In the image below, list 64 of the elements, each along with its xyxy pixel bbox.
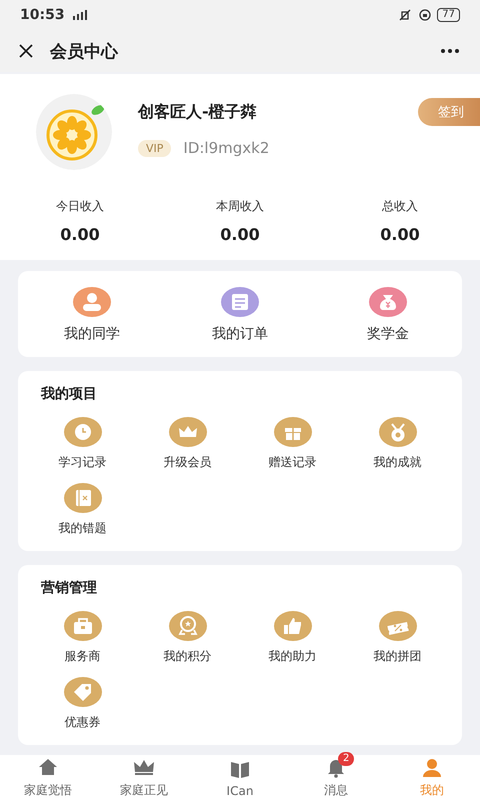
alarm-icon [419, 9, 432, 21]
item-label: 我的拼团 [374, 648, 422, 665]
battery-level: 77 [437, 8, 460, 22]
quick-link[interactable]: 我的订单 [166, 287, 314, 343]
item-label: 我的积分 [164, 648, 212, 665]
signal-icon [70, 10, 89, 20]
notebook-icon [64, 483, 102, 513]
link-label: 我的同学 [64, 325, 120, 343]
item-label: 我的助力 [268, 648, 316, 665]
briefcase-icon [64, 611, 102, 641]
person-icon [420, 756, 444, 778]
stat-value: 0.00 [220, 225, 260, 244]
menu-item[interactable]: 我的拼团 [345, 611, 450, 665]
stat-value: 0.00 [380, 225, 420, 244]
clock-icon [64, 417, 102, 447]
tag-icon [64, 677, 102, 707]
quick-link[interactable]: 奖学金 [314, 287, 462, 343]
tab[interactable]: 2 消息 [288, 755, 384, 800]
item-label: 学习记录 [58, 454, 106, 471]
medal-icon [378, 417, 416, 447]
user-id: ID:l9mgxk2 [183, 139, 270, 157]
item-label: 升级会员 [164, 454, 212, 471]
menu-item[interactable]: 学习记录 [30, 417, 135, 471]
thumb-icon [274, 611, 312, 641]
stat-label: 总收入 [382, 198, 418, 215]
item-label: 服务商 [64, 648, 100, 665]
menu-item[interactable]: 服务商 [30, 611, 135, 665]
page-title: 会员中心 [50, 40, 120, 62]
quick-link[interactable]: 我的同学 [18, 287, 166, 343]
tab[interactable]: 家庭正见 [96, 755, 192, 800]
item-label: 我的错题 [58, 520, 106, 537]
link-label: 奖学金 [367, 325, 409, 343]
money-icon [369, 287, 407, 317]
item-label: 赠送记录 [268, 454, 316, 471]
ticket-icon [378, 611, 416, 641]
menu-item[interactable]: 我的助力 [240, 611, 345, 665]
menu-item[interactable]: 升级会员 [135, 417, 240, 471]
menu-item[interactable]: 我的成就 [345, 417, 450, 471]
user-name: 创客匠人-橙子粦 [138, 102, 258, 123]
menu-item[interactable]: 我的错题 [30, 483, 135, 537]
stat-value: 0.00 [60, 225, 100, 244]
menu-item[interactable]: 赠送记录 [240, 417, 345, 471]
badge-icon [168, 611, 206, 641]
gift-icon [274, 417, 312, 447]
tab[interactable]: ICan [192, 755, 288, 800]
crown-icon [168, 417, 206, 447]
item-label: 优惠券 [64, 714, 100, 731]
stat-label: 今日收入 [56, 198, 104, 215]
more-icon [440, 48, 460, 54]
clock-time: 10:53 [20, 7, 65, 23]
mute-icon [397, 9, 414, 21]
menu-item[interactable]: 优惠券 [30, 677, 135, 731]
person-icon [73, 287, 111, 317]
menu-item[interactable]: 我的积分 [135, 611, 240, 665]
count-badge: 2 [338, 752, 354, 766]
vip-badge: VIP [138, 140, 172, 156]
list-icon [221, 287, 259, 317]
stat-label: 本周收入 [216, 198, 264, 215]
item-label: 我的成就 [374, 454, 422, 471]
link-label: 我的订单 [212, 325, 268, 343]
tab[interactable]: 家庭觉悟 [0, 755, 96, 800]
section-title: 营销管理 [40, 579, 98, 597]
close-icon [18, 43, 34, 59]
section-title: 我的项目 [40, 385, 98, 403]
